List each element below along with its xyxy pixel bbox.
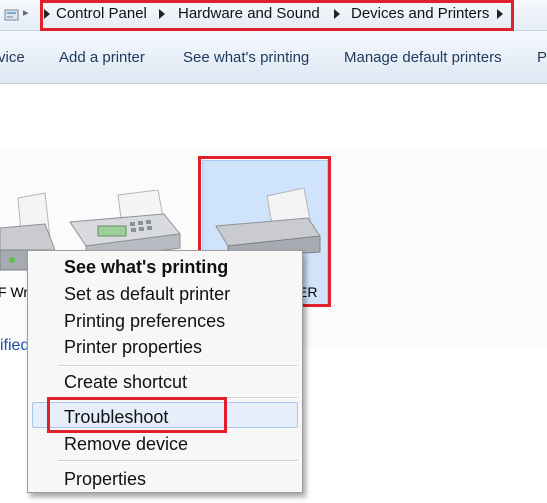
menu-item-properties[interactable]: Properties (64, 469, 146, 490)
status-link[interactable]: ified (0, 337, 29, 355)
device-label[interactable]: F Wr (0, 284, 28, 300)
menu-item-remove-device[interactable]: Remove device (64, 434, 188, 455)
add-device-button[interactable]: vice (0, 49, 25, 66)
menu-item-set-as-default-printer[interactable]: Set as default printer (64, 284, 230, 305)
add-printer-button[interactable]: Add a printer (59, 49, 145, 66)
highlight-troubleshoot (47, 397, 227, 433)
menu-item-see-whats-printing[interactable]: See what's printing (64, 257, 228, 278)
control-panel-icon (4, 9, 19, 21)
menu-item-printing-preferences[interactable]: Printing preferences (64, 311, 225, 332)
manage-default-printers-button[interactable]: Manage default printers (344, 49, 502, 66)
print-server-properties-button[interactable]: P (537, 49, 547, 66)
menu-separator (58, 365, 298, 367)
command-bar: vice Add a printer See what's printing M… (0, 31, 547, 84)
see-whats-printing-button[interactable]: See what's printing (183, 49, 309, 66)
blank-panel (0, 84, 120, 144)
menu-separator (58, 460, 298, 462)
menu-item-create-shortcut[interactable]: Create shortcut (64, 372, 187, 393)
menu-item-printer-properties[interactable]: Printer properties (64, 337, 202, 358)
highlight-breadcrumb (40, 0, 514, 31)
context-menu: See what's printing Set as default print… (27, 250, 303, 493)
address-bar[interactable]: ▸ Control Panel Hardware and Sound Devic… (0, 0, 547, 31)
chevron-down-icon[interactable]: ▸ (23, 6, 29, 19)
